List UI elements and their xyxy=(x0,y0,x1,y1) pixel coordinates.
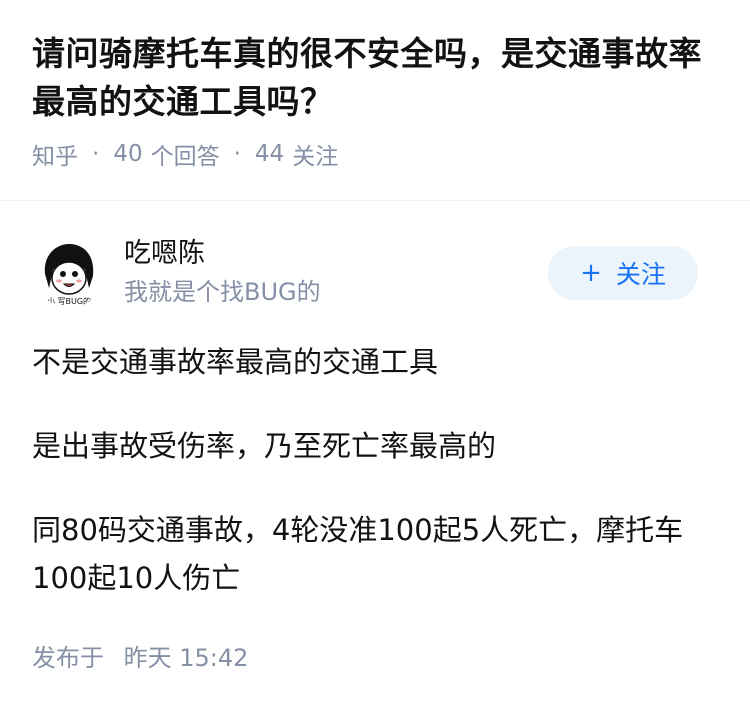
answer-paragraph: 不是交通事故率最高的交通工具 xyxy=(32,345,439,379)
answers-count: 40 xyxy=(113,141,143,167)
answer-paragraph: 是出事故受伤率，乃至死亡率最高的 xyxy=(32,429,497,463)
separator-dot: · xyxy=(233,141,241,167)
posted-label: 发布于 xyxy=(32,644,104,672)
answers-label[interactable]: 个回答 xyxy=(151,137,220,171)
cartoon-face-icon: 小 写BUG的 xyxy=(44,244,94,306)
author-bio: 我就是个找BUG的 xyxy=(124,278,321,306)
avatar-caption: 小 写BUG的 xyxy=(47,296,91,306)
source-label[interactable]: 知乎 xyxy=(32,137,78,171)
answer-paragraph: 同80码交通事故，4轮没准100起5人死亡，摩托车100起10人伤亡 xyxy=(32,513,684,595)
follows-count: 44 xyxy=(254,141,285,167)
follow-button[interactable]: + 关注 xyxy=(548,246,698,300)
posted-time: 昨天 15:42 xyxy=(123,644,249,672)
author-row: 小 写BUG的 吃嗯陈 我就是个找BUG的 + 关注 xyxy=(32,236,718,336)
post-time: 发布于 昨天 15:42 xyxy=(32,638,718,673)
author-name[interactable]: 吃嗯陈 xyxy=(124,236,205,272)
section-divider xyxy=(0,200,750,201)
follows-label[interactable]: 关注 xyxy=(292,137,338,171)
separator-dot: · xyxy=(92,141,100,167)
plus-icon: + xyxy=(580,258,602,288)
avatar[interactable]: 小 写BUG的 xyxy=(35,240,103,308)
follow-label: 关注 xyxy=(615,260,666,289)
question-title[interactable]: 请问骑摩托车真的很不安全吗，是交通事故率最高的交通工具吗？ xyxy=(32,30,718,126)
question-header: 请问骑摩托车真的很不安全吗，是交通事故率最高的交通工具吗？ 知乎 · 40 个回… xyxy=(0,0,750,170)
answer-content[interactable]: 不是交通事故率最高的交通工具 是出事故受伤率，乃至死亡率最高的 同80码交通事故… xyxy=(32,338,718,602)
question-meta: 知乎 · 40 个回答 · 44 关注 xyxy=(32,138,718,170)
answer-card: 小 写BUG的 吃嗯陈 我就是个找BUG的 + 关注 不是交通事故率最高的交通工… xyxy=(0,236,750,673)
